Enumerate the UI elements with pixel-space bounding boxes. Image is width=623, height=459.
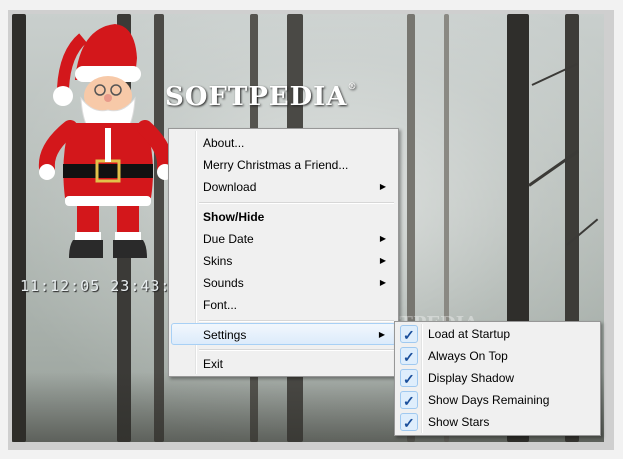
menu-item-settings[interactable]: Settings ▶ bbox=[171, 323, 396, 345]
menu-item-label: Settings bbox=[203, 328, 247, 342]
submenu-item-label: Show Stars bbox=[428, 415, 490, 429]
menu-item-label: Font... bbox=[203, 298, 238, 312]
menu-item-label: Sounds bbox=[203, 276, 244, 290]
menu-item-label: Show/Hide bbox=[203, 210, 265, 224]
menu-item-exit[interactable]: Exit bbox=[171, 353, 396, 375]
checkmark-icon: ✓ bbox=[400, 413, 418, 431]
menu-item-font[interactable]: Font... bbox=[171, 294, 396, 316]
submenu-item-load-at-startup[interactable]: ✓ Load at Startup bbox=[397, 323, 598, 345]
menu-item-download[interactable]: Download ▶ bbox=[171, 176, 396, 198]
menu-item-label: Merry Christmas a Friend... bbox=[203, 158, 349, 172]
checkmark-icon: ✓ bbox=[400, 391, 418, 409]
santa-icon[interactable] bbox=[35, 18, 175, 263]
menu-item-label: Download bbox=[203, 180, 257, 194]
logo-reg-mark: ® bbox=[347, 82, 358, 92]
submenu-item-show-stars[interactable]: ✓ Show Stars bbox=[397, 411, 598, 433]
submenu-arrow-icon: ▶ bbox=[379, 256, 386, 265]
context-menu: About... Merry Christmas a Friend... Dow… bbox=[168, 128, 399, 377]
submenu-item-label: Show Days Remaining bbox=[428, 393, 550, 407]
softpedia-logo: SOFTPEDIA® bbox=[165, 82, 357, 112]
submenu-item-label: Display Shadow bbox=[428, 371, 515, 385]
menu-item-sounds[interactable]: Sounds ▶ bbox=[171, 272, 396, 294]
checkmark-icon: ✓ bbox=[400, 347, 418, 365]
check-glyph: ✓ bbox=[403, 393, 415, 409]
submenu-item-show-days-remaining[interactable]: ✓ Show Days Remaining bbox=[397, 389, 598, 411]
submenu-item-always-on-top[interactable]: ✓ Always On Top bbox=[397, 345, 598, 367]
submenu-arrow-icon: ▶ bbox=[379, 182, 386, 191]
menu-item-label: Exit bbox=[203, 357, 224, 371]
submenu-item-display-shadow[interactable]: ✓ Display Shadow bbox=[397, 367, 598, 389]
menu-item-label: Due Date bbox=[203, 232, 254, 246]
logo-text: SOFTPEDIA bbox=[165, 82, 348, 112]
menu-separator bbox=[199, 349, 394, 351]
settings-submenu: ✓ Load at Startup ✓ Always On Top ✓ Disp… bbox=[394, 321, 601, 436]
check-glyph: ✓ bbox=[403, 327, 415, 343]
menu-item-about[interactable]: About... bbox=[171, 132, 396, 154]
submenu-arrow-icon: ▶ bbox=[379, 234, 386, 243]
menu-item-due-date[interactable]: Due Date ▶ bbox=[171, 228, 396, 250]
check-glyph: ✓ bbox=[403, 415, 415, 431]
menu-separator bbox=[199, 320, 394, 322]
submenu-item-label: Always On Top bbox=[428, 349, 508, 363]
submenu-item-label: Load at Startup bbox=[428, 327, 511, 341]
menu-separator bbox=[199, 202, 394, 204]
menu-item-label: About... bbox=[203, 136, 245, 150]
submenu-arrow-icon: ▶ bbox=[379, 278, 386, 287]
checkmark-icon: ✓ bbox=[400, 325, 418, 343]
menu-item-label: Skins bbox=[203, 254, 233, 268]
menu-item-show-hide[interactable]: Show/Hide bbox=[171, 206, 396, 228]
countdown-clock: 11:12:05 23:43:43 bbox=[20, 277, 191, 295]
check-glyph: ✓ bbox=[403, 371, 415, 387]
menu-item-skins[interactable]: Skins ▶ bbox=[171, 250, 396, 272]
check-glyph: ✓ bbox=[403, 349, 415, 365]
menu-item-merry-christmas-friend[interactable]: Merry Christmas a Friend... bbox=[171, 154, 396, 176]
checkmark-icon: ✓ bbox=[400, 369, 418, 387]
submenu-arrow-icon: ▶ bbox=[378, 330, 385, 339]
